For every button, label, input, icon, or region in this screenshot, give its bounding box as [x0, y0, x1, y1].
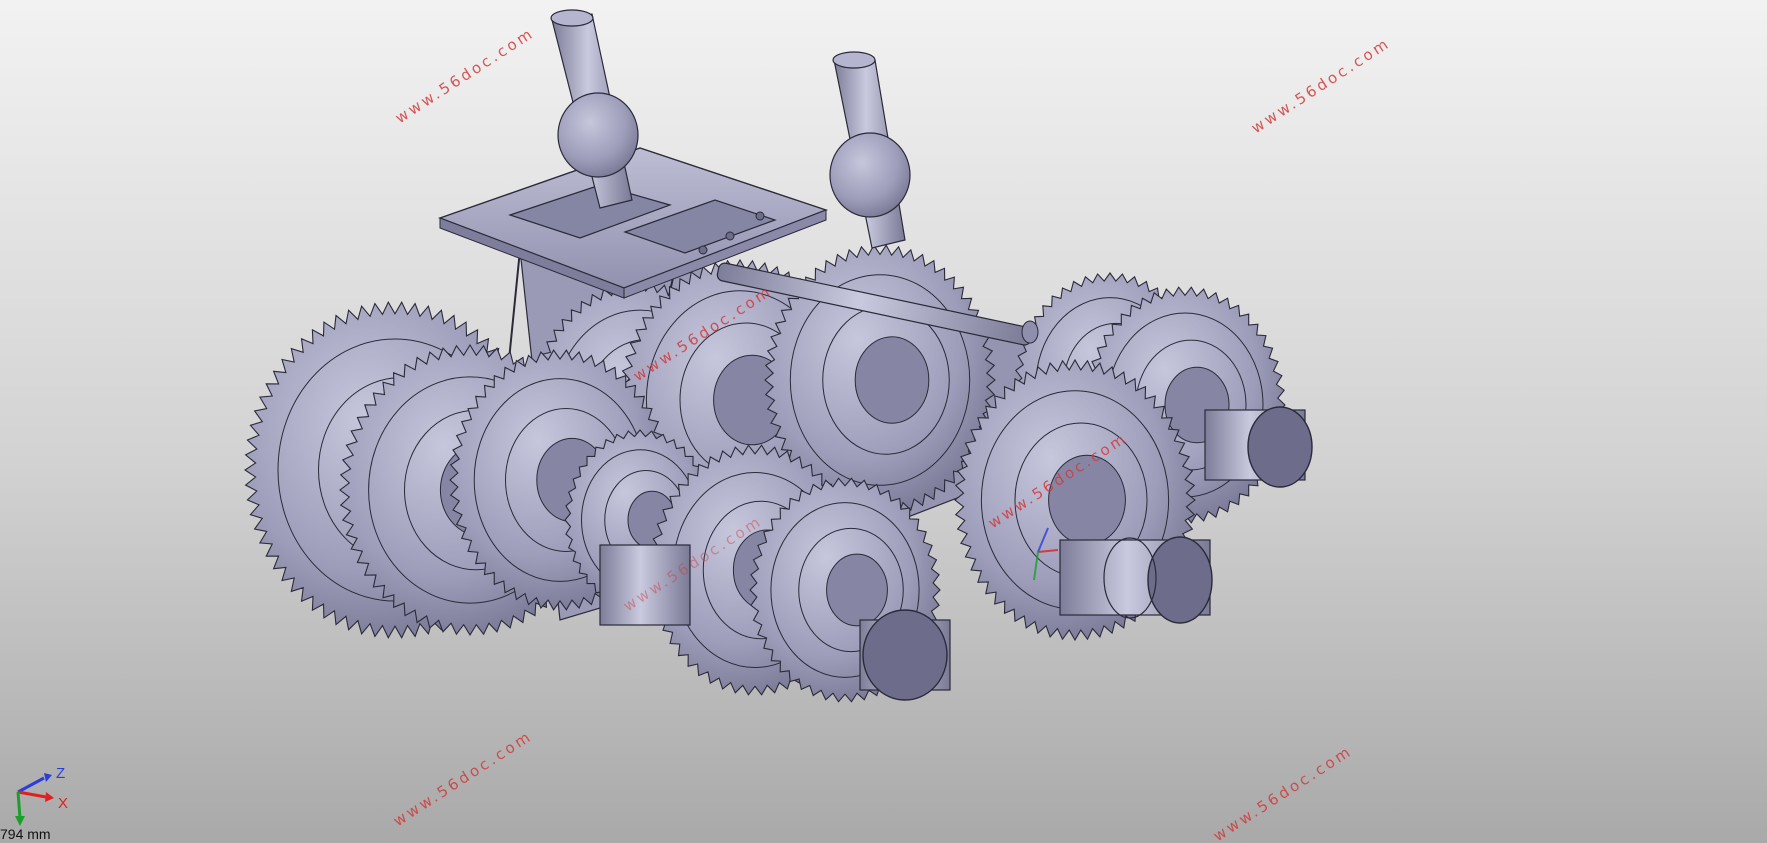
triad-y-axis: [16, 791, 22, 819]
shaft-end-middle: [1059, 536, 1213, 624]
gear-set: [244, 244, 1286, 703]
shaft-end-right: [1204, 406, 1313, 488]
triad-z-label: Z: [56, 765, 65, 782]
triad-z-axis: [17, 776, 45, 794]
gearbox-3d-model[interactable]: [0, 0, 1767, 843]
axis-triad: Z X: [15, 765, 68, 826]
scale-readout: 794 mm: [0, 826, 51, 842]
triad-x-axis: [17, 790, 47, 799]
triad-x-label: X: [58, 795, 68, 812]
shaft-end-front: [859, 609, 951, 701]
cad-3d-viewport[interactable]: www.56doc.com www.56doc.com www.56doc.co…: [0, 0, 1767, 843]
shift-lever-right: [829, 51, 911, 249]
